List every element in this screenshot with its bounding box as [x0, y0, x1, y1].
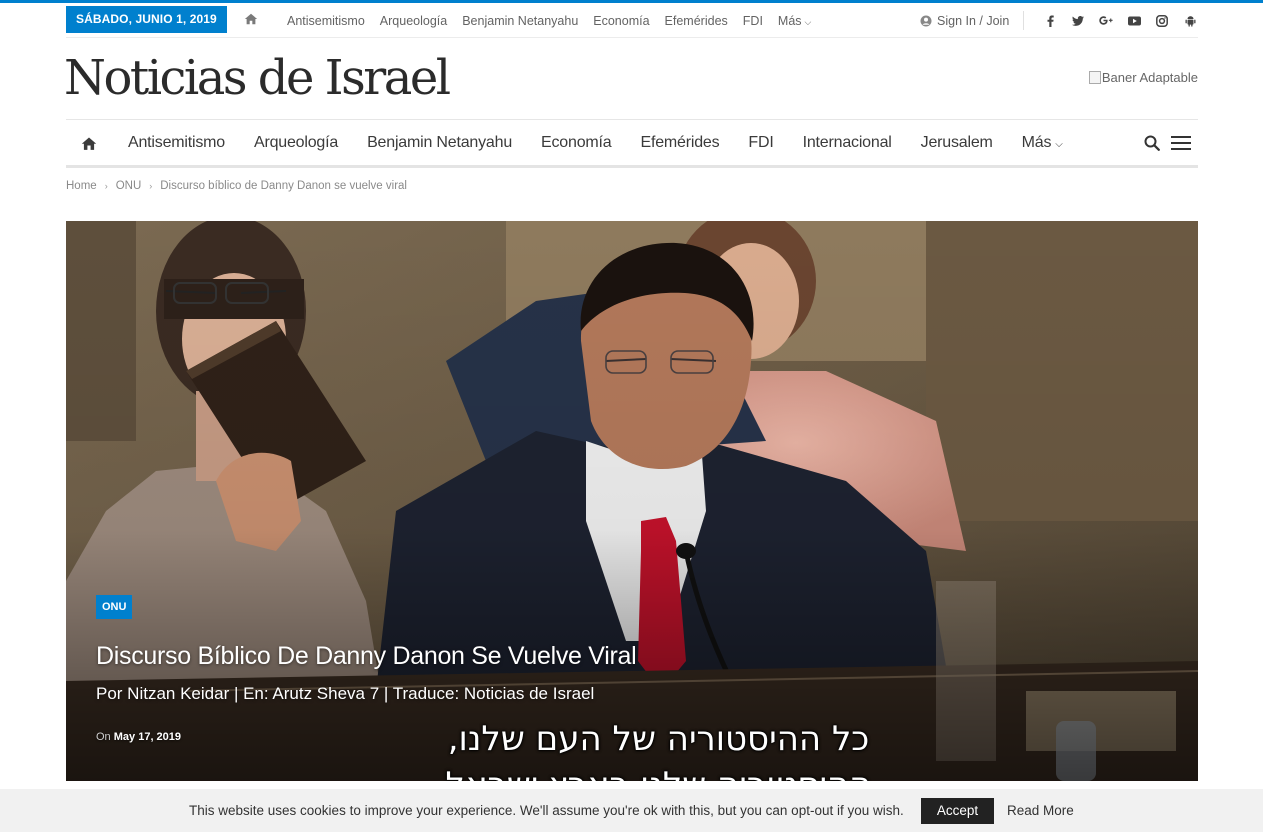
breadcrumb-current: Discurso bíblico de Danny Danon se vuelv…: [160, 180, 407, 192]
top-menu-item-economia[interactable]: Economía: [593, 14, 649, 28]
chevron-right-icon: ›: [149, 181, 153, 191]
top-menu-item-arqueologia[interactable]: Arqueología: [380, 14, 447, 28]
article-meta: On May 17, 2019: [96, 731, 181, 743]
cookie-message: This website uses cookies to improve you…: [189, 803, 904, 818]
top-menu-item-mas[interactable]: Más ⌵: [778, 14, 811, 28]
youtube-icon[interactable]: [1120, 3, 1148, 38]
breadcrumb-category[interactable]: ONU: [116, 180, 142, 192]
article-title[interactable]: Discurso Bíblico De Danny Danon Se Vuelv…: [96, 642, 637, 671]
nav-item-mas-label: Más: [1021, 134, 1052, 151]
video-caption: כל ההיסטוריה של העם שלנו, ההיסטוריה שלנו…: [386, 716, 931, 781]
nav-item-mas[interactable]: Más ⌵: [1022, 134, 1063, 152]
chevron-right-icon: ›: [104, 181, 108, 191]
site-header: Noticias de Israel Baner Adaptable: [64, 38, 1198, 120]
main-nav: Antisemitismo Arqueología Benjamin Netan…: [66, 119, 1198, 168]
nav-item-antisemitismo[interactable]: Antisemitismo: [128, 134, 225, 152]
hero-article[interactable]: כל ההיסטוריה של העם שלנו, ההיסטוריה שלנו…: [66, 221, 1198, 781]
ad-banner[interactable]: Baner Adaptable: [1088, 70, 1198, 85]
nav-item-jerusalem[interactable]: Jerusalem: [921, 134, 993, 152]
home-icon[interactable]: [81, 136, 97, 151]
user-icon: [920, 15, 932, 26]
nav-item-economia[interactable]: Economía: [541, 134, 612, 152]
google-plus-icon[interactable]: [1092, 3, 1120, 38]
video-caption-line-2: ההיסטוריה שלנו בארץ ישראל: [386, 762, 931, 781]
breadcrumb-home[interactable]: Home: [66, 180, 97, 192]
article-subtitle: Por Nitzan Keidar | En: Arutz Sheva 7 | …: [96, 684, 595, 703]
cookie-accept-button[interactable]: Accept: [921, 798, 994, 824]
nav-item-netanyahu[interactable]: Benjamin Netanyahu: [367, 134, 512, 152]
ad-banner-alt: Baner Adaptable: [1101, 70, 1198, 85]
top-menu: Antisemitismo Arqueología Benjamin Netan…: [287, 3, 826, 38]
top-menu-item-efemerides[interactable]: Efemérides: [665, 14, 728, 28]
facebook-icon[interactable]: [1036, 3, 1064, 38]
nav-item-fdi[interactable]: FDI: [748, 134, 773, 152]
article-date: May 17, 2019: [113, 731, 182, 743]
menu-icon[interactable]: [1171, 135, 1191, 151]
cookie-bar: This website uses cookies to improve you…: [0, 789, 1263, 832]
nav-item-internacional[interactable]: Internacional: [803, 134, 892, 152]
video-caption-line-1: כל ההיסטוריה של העם שלנו,: [447, 719, 870, 759]
signin-label: Sign In / Join: [937, 13, 1010, 28]
instagram-icon[interactable]: [1148, 3, 1176, 38]
cookie-read-more-link[interactable]: Read More: [1007, 803, 1074, 818]
site-logo[interactable]: Noticias de Israel: [64, 50, 451, 106]
category-badge[interactable]: ONU: [96, 595, 133, 619]
social-links: [1036, 3, 1204, 38]
article-meta-prefix: On: [96, 731, 111, 743]
top-menu-item-antisemitismo[interactable]: Antisemitismo: [287, 14, 365, 28]
chevron-down-icon: ⌵: [1055, 139, 1063, 150]
topbar-divider: [1023, 11, 1024, 30]
main-nav-items: Antisemitismo Arqueología Benjamin Netan…: [128, 120, 1063, 166]
nav-item-efemerides[interactable]: Efemérides: [640, 134, 719, 152]
breadcrumb: Home › ONU › Discurso bíblico de Danny D…: [66, 177, 1198, 195]
top-menu-mas-label: Más: [777, 13, 802, 28]
top-menu-item-netanyahu[interactable]: Benjamin Netanyahu: [462, 14, 578, 28]
broken-image-icon: [1088, 71, 1101, 84]
date-badge: SÁBADO, JUNIO 1, 2019: [66, 6, 227, 33]
top-menu-item-fdi[interactable]: FDI: [743, 14, 763, 28]
nav-item-arqueologia[interactable]: Arqueología: [254, 134, 338, 152]
search-icon[interactable]: [1144, 135, 1160, 151]
twitter-icon[interactable]: [1064, 3, 1092, 38]
chevron-down-icon: ⌵: [804, 16, 812, 27]
home-icon[interactable]: [244, 12, 258, 26]
top-bar: SÁBADO, JUNIO 1, 2019 Antisemitismo Arqu…: [66, 3, 1198, 38]
signin-link[interactable]: Sign In / Join: [920, 3, 1009, 38]
android-icon[interactable]: [1176, 3, 1204, 38]
